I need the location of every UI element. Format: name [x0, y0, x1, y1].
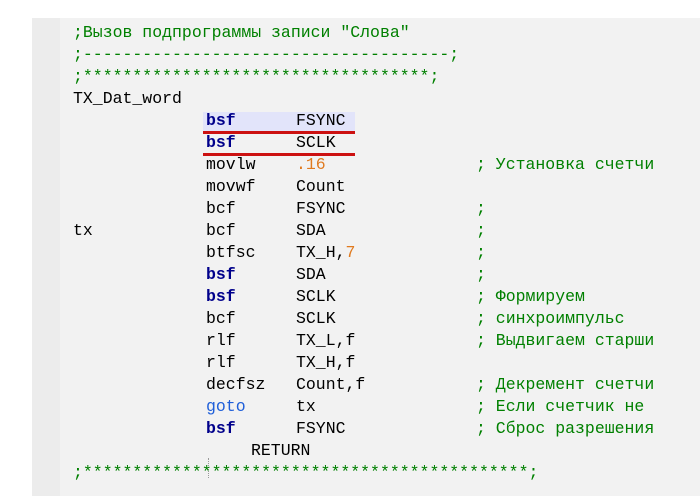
instruction-operand: FSYNC — [296, 418, 346, 440]
inline-comment: ; — [476, 243, 486, 262]
instruction-mnemonic: movwf — [206, 177, 256, 196]
code-label: tx — [73, 221, 93, 240]
operand-text: FSYNC — [296, 111, 346, 130]
operand-text: FSYNC — [296, 419, 346, 438]
operand-text: Count — [296, 177, 346, 196]
operand-text: TX_L,f — [296, 331, 356, 350]
operand-text: Count,f — [296, 375, 366, 394]
instruction-operand: SCLK — [296, 308, 336, 330]
instruction-mnemonic: bsf — [206, 111, 236, 130]
inline-comment: ; — [476, 265, 486, 284]
inline-comment: ; синхроимпульс — [476, 309, 625, 328]
return-instruction: RETURN — [251, 441, 311, 460]
inline-comment: ; Выдвигаем старши — [476, 331, 655, 350]
instruction-operand: SCLK — [296, 286, 336, 308]
operand-text: SCLK — [296, 309, 336, 328]
instruction-mnemonic: movlw — [206, 155, 256, 174]
instruction-mnemonic: bcf — [206, 309, 236, 328]
operand-text: FSYNC — [296, 199, 346, 218]
instruction-mnemonic: rlf — [206, 353, 236, 372]
instruction-mnemonic: bcf — [206, 221, 236, 240]
instruction-mnemonic: bcf — [206, 199, 236, 218]
instruction-operand: .16 — [296, 154, 326, 176]
inline-comment: ; — [476, 221, 486, 240]
comment-line: ;***********************************; — [73, 67, 440, 86]
instruction-mnemonic: bsf — [206, 419, 236, 438]
operand-number: 7 — [345, 243, 356, 262]
instruction-operand: tx — [296, 396, 316, 418]
code-canvas[interactable]: ;Вызов подпрограммы записи "Слова" ;----… — [0, 0, 700, 500]
instruction-mnemonic: goto — [206, 397, 246, 416]
instruction-mnemonic: btfsc — [206, 243, 256, 262]
instruction-operand: TX_H,7 — [296, 242, 355, 264]
instruction-operand: SCLK — [296, 132, 336, 154]
instruction-mnemonic: bsf — [206, 265, 236, 284]
code-label: TX_Dat_word — [73, 89, 182, 108]
instruction-mnemonic: rlf — [206, 331, 236, 350]
inline-comment: ; Формируем — [476, 287, 585, 306]
instruction-mnemonic: bsf — [206, 133, 236, 152]
instruction-mnemonic: bsf — [206, 287, 236, 306]
comment-line: ;-------------------------------------; — [73, 45, 460, 64]
operand-text: SDA — [296, 265, 326, 284]
instruction-operand: Count — [296, 176, 346, 198]
inline-comment: ; Если счетчик не — [476, 397, 645, 416]
operand-text: TX_H,f — [296, 353, 356, 372]
instruction-operand: SDA — [296, 220, 326, 242]
operand-text: TX_H, — [296, 243, 346, 262]
operand-number: .16 — [296, 155, 326, 174]
inline-comment: ; — [476, 199, 486, 218]
operand-text: SCLK — [296, 133, 336, 152]
instruction-operand: SDA — [296, 264, 326, 286]
instruction-operand: TX_H,f — [296, 352, 355, 374]
operand-text: SDA — [296, 221, 326, 240]
operand-text: SCLK — [296, 287, 336, 306]
instruction-operand: Count,f — [296, 374, 365, 396]
comment-line: ;***************************************… — [73, 463, 539, 482]
instruction-mnemonic: decfsz — [206, 375, 266, 394]
comment-line: ;Вызов подпрограммы записи "Слова" — [73, 23, 410, 42]
inline-comment: ; Декремент счетчи — [476, 375, 655, 394]
instruction-operand: TX_L,f — [296, 330, 355, 352]
inline-comment: ; Установка счетчи — [476, 155, 655, 174]
operand-text: tx — [296, 397, 316, 416]
inline-comment: ; Сброс разрешения — [476, 419, 655, 438]
instruction-operand: FSYNC — [296, 198, 346, 220]
instruction-operand: FSYNC — [296, 110, 346, 132]
